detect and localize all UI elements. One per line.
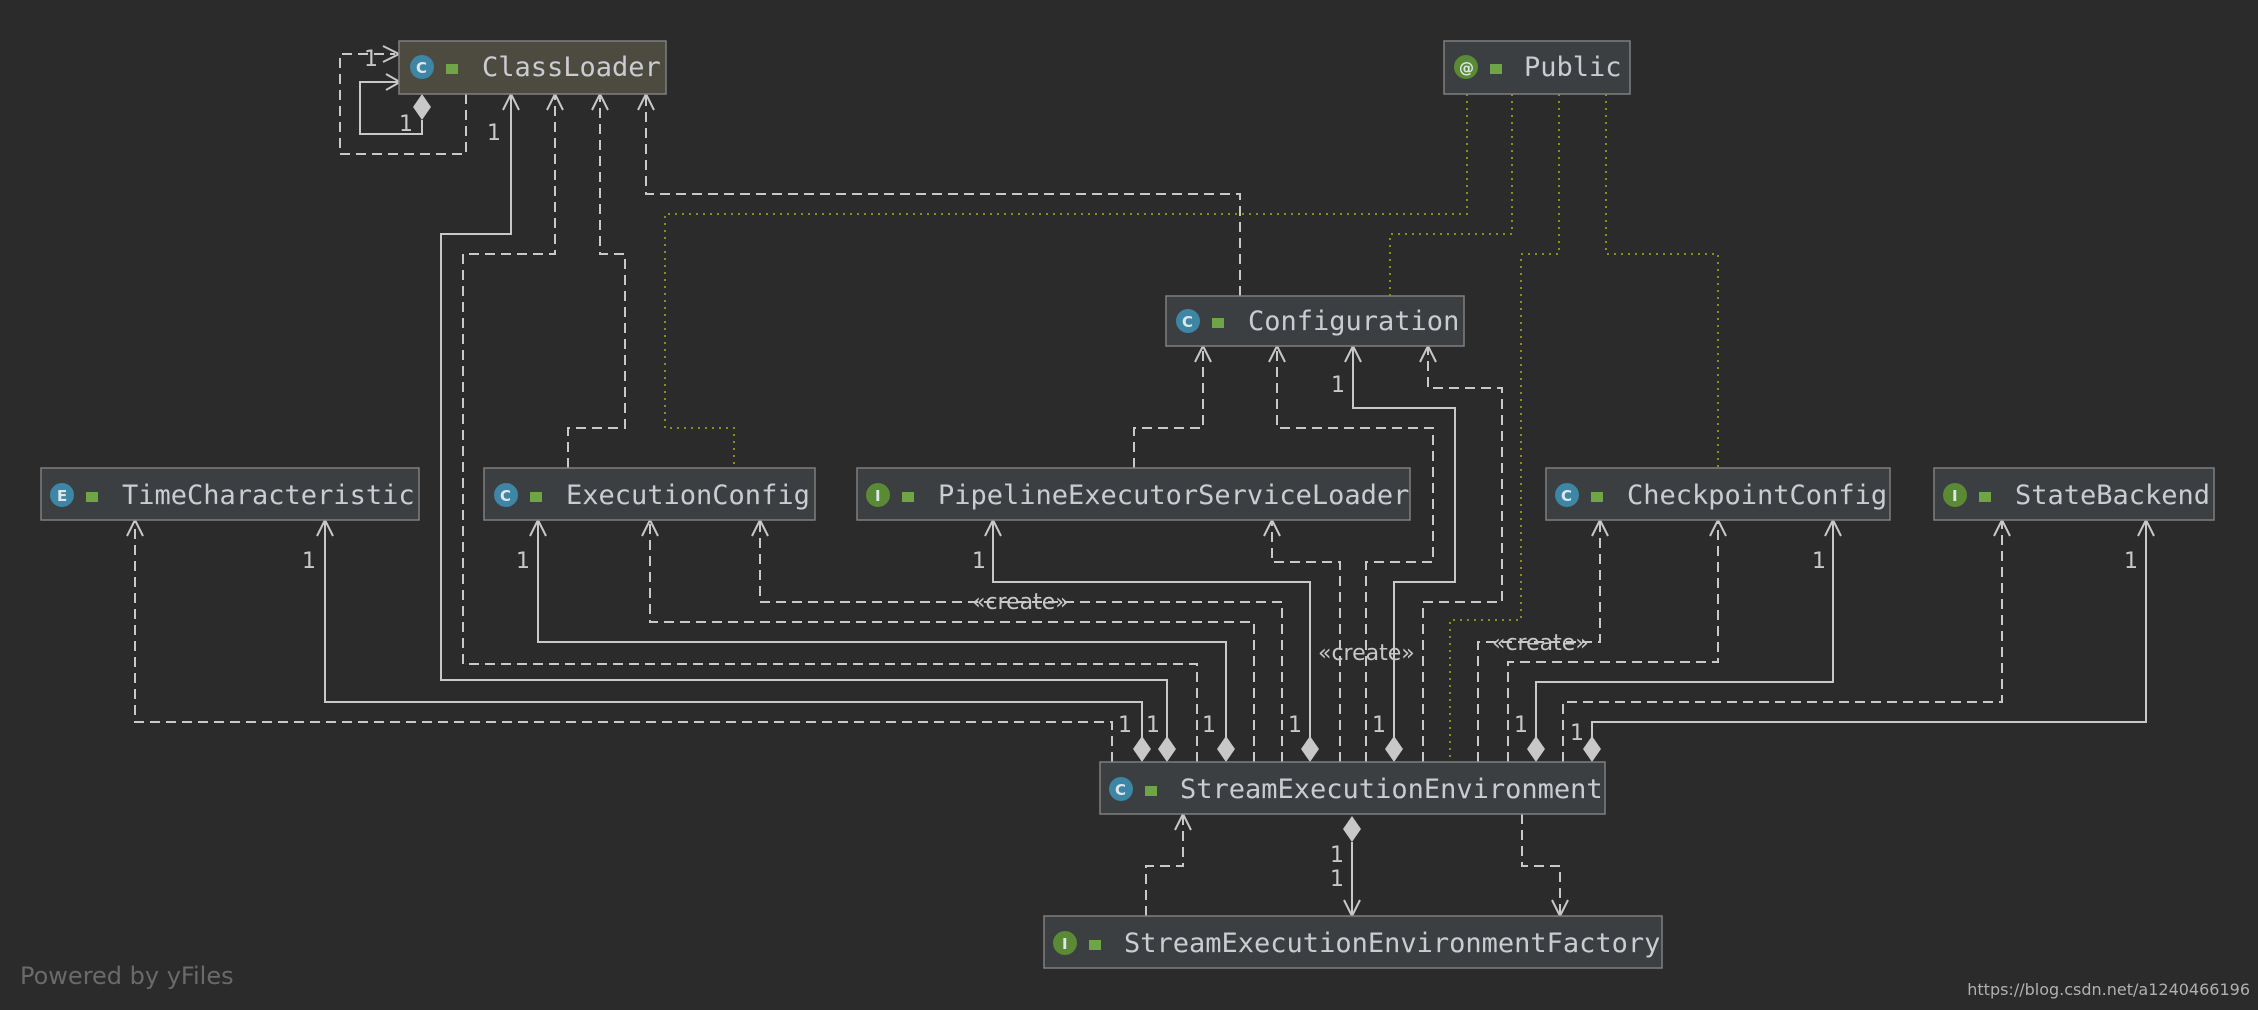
edge-see-execconfig-assoc	[537, 520, 1227, 738]
public-lock-icon	[1490, 64, 1502, 74]
statebackend-name: StateBackend	[2015, 480, 2210, 511]
node-streamexecutionenvironmentfactory[interactable]: I StreamExecutionEnvironmentFactory	[1043, 915, 1663, 969]
class-badge-letter: C	[416, 59, 427, 77]
public-lock-icon	[530, 492, 542, 502]
edge-pipeline-configuration	[1133, 346, 1204, 468]
node-checkpointconfig[interactable]: C CheckpointConfig	[1545, 467, 1891, 521]
checkpoint-name: CheckpointConfig	[1627, 480, 1887, 511]
configuration-name: Configuration	[1248, 306, 1459, 337]
multiplicity-label: 1	[1331, 373, 1345, 398]
diamond-see-classloader	[1158, 736, 1176, 762]
multiplicity-label: 1	[1202, 713, 1216, 738]
classloader-name: ClassLoader	[482, 52, 661, 83]
edge-public-configuration	[1389, 94, 1513, 296]
execconfig-name: ExecutionConfig	[566, 480, 810, 511]
node-classloader[interactable]: C ClassLoader	[398, 40, 667, 95]
timechar-name: TimeCharacteristic	[122, 480, 415, 511]
create-stereotype-label: «create»	[972, 590, 1069, 615]
multiplicity-label: 1	[972, 549, 986, 574]
source-url-label: https://blog.csdn.net/a1240466196	[1967, 980, 2250, 999]
class-badge-letter: C	[1182, 313, 1193, 331]
diamond-see-pipeline	[1301, 736, 1319, 762]
node-pipelineexecutorserviceloader[interactable]: I PipelineExecutorServiceLoader	[856, 467, 1411, 521]
diamond-see-configuration	[1385, 736, 1403, 762]
multiplicity-label: 1	[487, 121, 501, 146]
seefactory-name: StreamExecutionEnvironmentFactory	[1124, 928, 1660, 959]
create-stereotype-label: «create»	[1318, 641, 1415, 666]
public-lock-icon	[1212, 318, 1224, 328]
multiplicity-label: 1	[1118, 713, 1132, 738]
pipeline-name: PipelineExecutorServiceLoader	[938, 480, 1409, 511]
interface-badge-letter: I	[1062, 935, 1068, 953]
multiplicity-label: 1	[1288, 713, 1302, 738]
multiplicity-label: 1	[364, 47, 378, 72]
class-badge-letter: C	[500, 487, 511, 505]
node-configuration[interactable]: C Configuration	[1165, 295, 1465, 347]
multiplicity-label: 1	[1330, 867, 1344, 892]
edge-see-statebackend-dep	[1562, 520, 2003, 762]
diamond-see-execconfig	[1217, 736, 1235, 762]
multiplicity-label: 1	[1372, 713, 1386, 738]
node-public[interactable]: @ Public	[1443, 40, 1631, 95]
diagram-canvas: 1 1 1 1 1 1 1 1 1 1 1 1 1 1 1 1 1 1 «cre…	[40, 40, 2215, 969]
public-lock-icon	[1979, 492, 1991, 502]
public-lock-icon	[86, 492, 98, 502]
edge-see-timechar-assoc	[324, 520, 1143, 738]
edge-see-factory-dep	[1521, 814, 1561, 916]
public-lock-icon	[1089, 940, 1101, 950]
node-timecharacteristic[interactable]: E TimeCharacteristic	[40, 467, 420, 521]
diamond-see-checkpoint	[1527, 736, 1545, 762]
diamond-see-timechar	[1133, 736, 1151, 762]
public-lock-icon	[902, 492, 914, 502]
edge-execconfig-classloader	[567, 94, 626, 468]
diamond-classloader-self	[413, 94, 431, 120]
edge-configuration-classloader	[645, 94, 1241, 296]
multiplicity-label: 1	[2124, 549, 2138, 574]
edge-see-checkpoint-assoc	[1535, 520, 1834, 738]
edge-public-execconfig	[664, 94, 1468, 468]
class-badge-letter: C	[1561, 487, 1572, 505]
node-executionconfig[interactable]: C ExecutionConfig	[483, 467, 816, 521]
multiplicity-label: 1	[1570, 721, 1584, 746]
multiplicity-label: 1	[1330, 843, 1344, 868]
public-lock-icon	[1591, 492, 1603, 502]
edge-see-pipeline-assoc	[992, 520, 1311, 738]
public-lock-icon	[1145, 786, 1157, 796]
annotation-badge-letter: @	[1459, 59, 1474, 77]
enum-badge-letter: E	[57, 487, 67, 505]
multiplicity-label: 1	[1146, 713, 1160, 738]
powered-by-label: Powered by yFiles	[20, 962, 234, 990]
multiplicity-label: 1	[1514, 713, 1528, 738]
interface-badge-letter: I	[1952, 487, 1958, 505]
multiplicity-label: 1	[399, 112, 413, 137]
node-streamexecutionenvironment[interactable]: C StreamExecutionEnvironment	[1099, 761, 1606, 815]
create-stereotype-label: «create»	[1492, 631, 1589, 656]
edge-see-statebackend-assoc	[1591, 520, 2147, 738]
edge-factory-see	[1145, 814, 1184, 916]
class-badge-letter: C	[1115, 781, 1126, 799]
see-name: StreamExecutionEnvironment	[1180, 774, 1603, 805]
diamond-see-factory	[1343, 816, 1361, 842]
diamond-see-statebackend	[1583, 736, 1601, 762]
multiplicity-label: 1	[302, 549, 316, 574]
edge-public-checkpoint	[1605, 94, 1719, 468]
multiplicity-label: 1	[516, 549, 530, 574]
edge-see-configuration-assoc	[1352, 346, 1456, 738]
uml-diagram: 1 1 1 1 1 1 1 1 1 1 1 1 1 1 1 1 1 1 «cre…	[0, 0, 2258, 1010]
interface-badge-letter: I	[875, 487, 881, 505]
node-statebackend[interactable]: I StateBackend	[1933, 467, 2215, 521]
multiplicity-label: 1	[1812, 549, 1826, 574]
public-lock-icon	[446, 64, 458, 74]
public-name: Public	[1524, 52, 1622, 83]
